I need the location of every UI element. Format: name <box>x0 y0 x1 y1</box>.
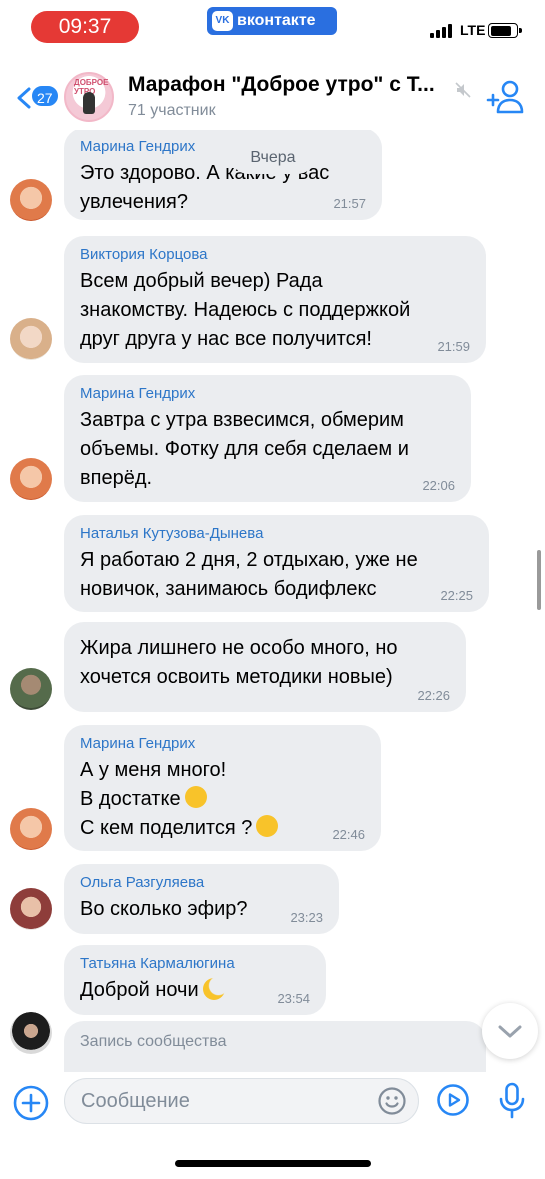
message-list[interactable]: Вчера Марина Гендрих Это здорово. А каки… <box>0 130 545 1072</box>
message-text-line: Доброй ночи <box>80 979 199 1001</box>
community-post-bubble[interactable]: Запись сообщества <box>64 1021 486 1072</box>
message-time: 22:25 <box>440 588 473 603</box>
home-indicator[interactable] <box>175 1160 371 1167</box>
message-time: 22:06 <box>422 478 455 493</box>
chat-avatar[interactable]: ДОБРОЕ УТРО <box>64 72 114 122</box>
community-post-label: Запись сообщества <box>80 1033 227 1050</box>
message-time: 23:54 <box>277 991 310 1006</box>
unread-count-badge: 27 <box>30 84 60 108</box>
message-sender[interactable]: Татьяна Кармалюгина <box>80 955 310 972</box>
message-text-line: Это здорово. А какие у вас <box>80 162 330 184</box>
message-text-line: Я работаю 2 дня, 2 отдыхаю, уже не <box>80 549 418 571</box>
vk-logo-icon: VK <box>212 11 233 31</box>
chevron-down-icon <box>498 1025 522 1038</box>
sender-avatar[interactable] <box>10 668 52 710</box>
message-time: 23:23 <box>290 910 323 925</box>
status-time: 09:37 <box>31 11 139 43</box>
vk-app-badge-label: вконтакте <box>237 12 316 29</box>
add-member-icon[interactable] <box>486 80 526 114</box>
video-message-icon[interactable] <box>436 1083 470 1117</box>
signal-icon <box>430 24 454 38</box>
vk-app-badge: VK вконтакте <box>207 7 337 35</box>
message-sender[interactable]: Ольга Разгуляева <box>80 874 323 891</box>
message-text-line: хочется освоить методики новые) <box>80 666 393 688</box>
message-sender[interactable]: Виктория Корцова <box>80 246 470 263</box>
status-bar: 09:37 VK вконтакте LTE <box>0 0 545 56</box>
message-bubble[interactable]: Жира лишнего не особо много, но хочется … <box>64 622 466 712</box>
sender-avatar[interactable] <box>10 808 52 850</box>
message-text-line: В достатке <box>80 788 181 810</box>
participants-count[interactable]: 71 участник <box>128 102 216 120</box>
emoji-icon[interactable] <box>377 1086 407 1116</box>
network-type: LTE <box>460 22 486 38</box>
message-bubble[interactable]: Марина Гендрих А у меня много! В достатк… <box>64 725 381 851</box>
message-text-line: знакомству. Надеюсь с поддержкой <box>80 299 411 321</box>
message-text-line: Всем добрый вечер) Рада <box>80 270 323 292</box>
message-bubble[interactable]: Марина Гендрих Это здорово. А какие у ва… <box>64 130 382 220</box>
message-text-line: Завтра с утра взвесимся, обмерим <box>80 409 404 431</box>
sender-avatar[interactable] <box>10 458 52 500</box>
message-time: 21:59 <box>437 339 470 354</box>
message-text-line: Во сколько эфир? <box>80 898 248 920</box>
message-sender[interactable]: Марина Гендрих <box>80 385 455 402</box>
message-sender[interactable]: Марина Гендрих <box>80 138 366 155</box>
message-bubble[interactable]: Марина Гендрих Завтра с утра взвесимся, … <box>64 375 471 502</box>
mute-icon <box>455 82 471 98</box>
message-time: 21:57 <box>333 196 366 211</box>
plus-circle-icon[interactable] <box>12 1084 50 1122</box>
message-text-line: С кем поделится ? <box>80 817 253 839</box>
scroll-indicator[interactable] <box>537 550 541 610</box>
message-composer <box>0 1072 545 1130</box>
sender-avatar[interactable] <box>10 888 52 930</box>
crescent-moon-emoji-icon <box>202 978 225 1000</box>
chat-header: 27 ДОБРОЕ УТРО Марафон "Доброе утро" с Т… <box>0 60 545 130</box>
back-button[interactable]: 27 <box>8 72 60 118</box>
laughing-emoji-icon <box>256 815 279 837</box>
message-bubble[interactable]: Наталья Кутузова-Дынева Я работаю 2 дня,… <box>64 515 489 612</box>
message-bubble[interactable]: Виктория Корцова Всем добрый вечер) Рада… <box>64 236 486 363</box>
chat-title[interactable]: Марафон "Доброе утро" с Т... <box>128 73 446 97</box>
message-text-line: Жира лишнего не особо много, но <box>80 637 398 659</box>
message-sender[interactable]: Марина Гендрих <box>80 735 365 752</box>
message-text-line: новичок, занимаюсь бодифлекс <box>80 578 377 600</box>
battery-icon <box>488 23 522 38</box>
sender-avatar[interactable] <box>10 1012 52 1054</box>
winking-tongue-emoji-icon <box>184 786 207 808</box>
scroll-down-button[interactable] <box>482 1003 538 1059</box>
message-time: 22:26 <box>417 688 450 703</box>
message-text-line: вперёд. <box>80 467 153 489</box>
date-separator: Вчера <box>232 142 314 174</box>
sender-avatar[interactable] <box>10 179 52 221</box>
message-text-line: увлечения? <box>80 191 189 213</box>
message-text-line: А у меня много! <box>80 759 227 781</box>
message-bubble[interactable]: Ольга Разгуляева Во сколько эфир? 23:23 <box>64 864 339 934</box>
message-input[interactable] <box>64 1078 419 1124</box>
sender-avatar[interactable] <box>10 318 52 360</box>
message-bubble[interactable]: Татьяна Кармалюгина Доброй ночи 23:54 <box>64 945 326 1015</box>
microphone-icon[interactable] <box>498 1082 526 1120</box>
message-text-line: объемы. Фотку для себя сделаем и <box>80 438 409 460</box>
message-text-line: друг друга у нас все получится! <box>80 328 372 350</box>
message-time: 22:46 <box>332 827 365 842</box>
message-sender[interactable]: Наталья Кутузова-Дынева <box>80 525 473 542</box>
